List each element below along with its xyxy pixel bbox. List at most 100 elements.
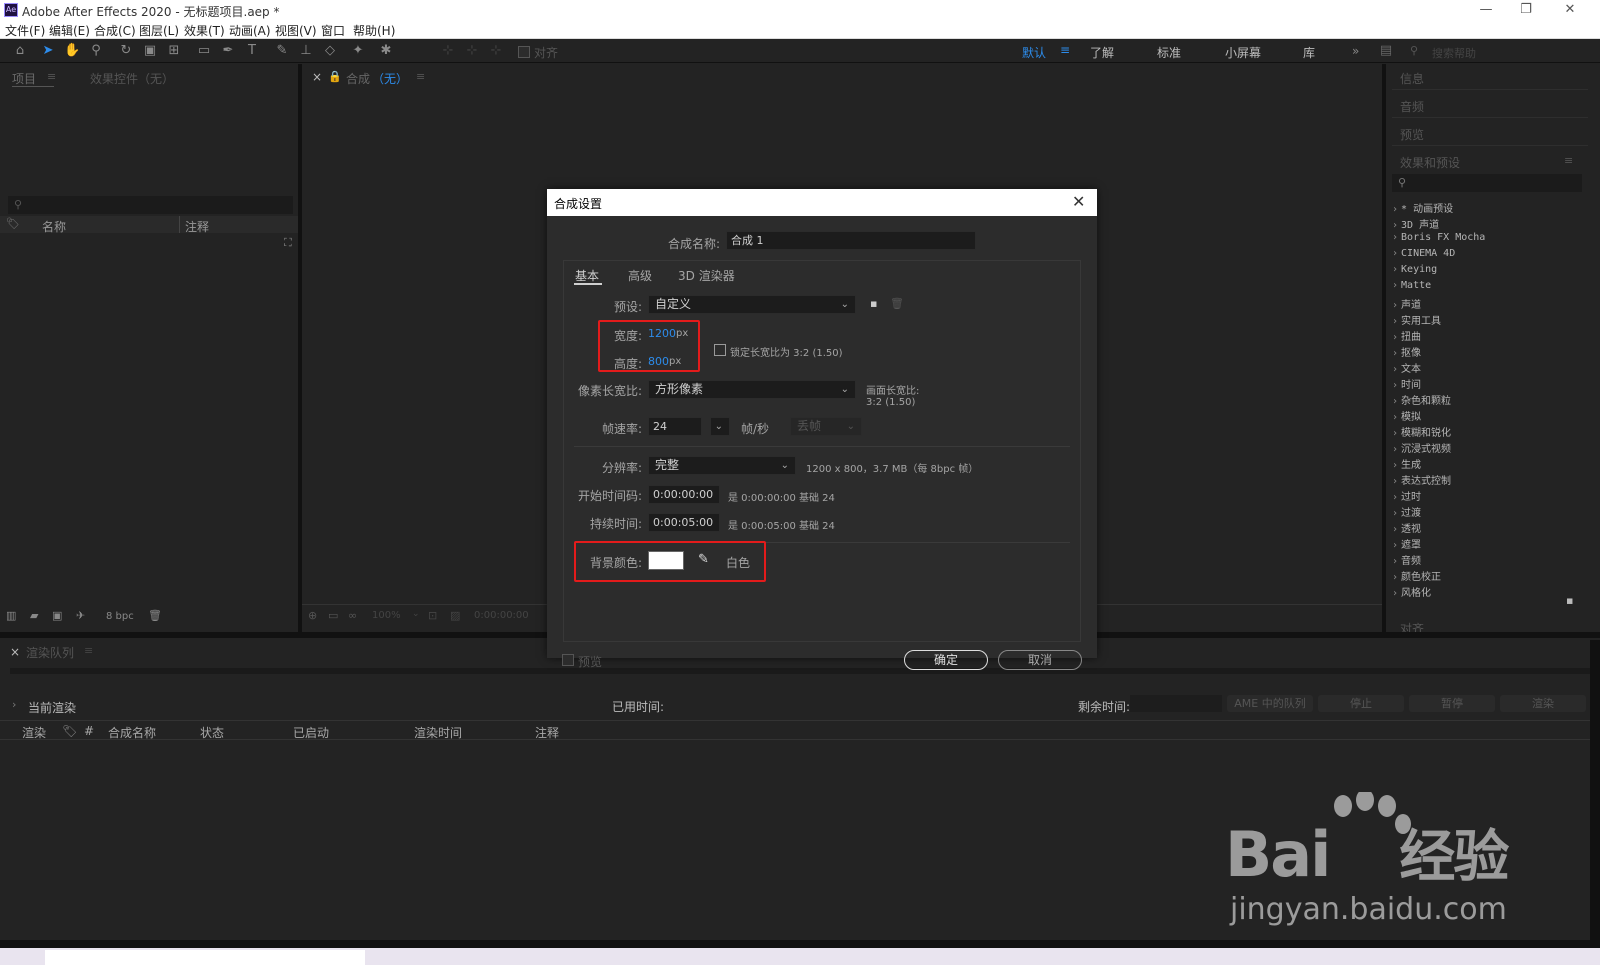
- tab-basic[interactable]: 基本: [575, 267, 599, 284]
- comp-menu-icon[interactable]: ≡: [416, 70, 425, 83]
- home-icon[interactable]: ⌂: [12, 43, 28, 59]
- effect-item[interactable]: › 3D 声道: [1392, 216, 1588, 232]
- preset-select[interactable]: 自定义 ⌄: [648, 295, 856, 314]
- roto-brush-tool-icon[interactable]: ✦: [350, 43, 366, 59]
- workspace-small-screen[interactable]: 小屏幕: [1225, 44, 1261, 61]
- ok-button[interactable]: 确定: [904, 650, 988, 670]
- camera-tool-icon[interactable]: ▣: [142, 43, 158, 59]
- lock-icon[interactable]: 🔒: [328, 70, 342, 83]
- tab-render-queue[interactable]: 渲染队列: [26, 644, 74, 661]
- pause-button[interactable]: 暂停: [1409, 695, 1495, 712]
- chevron-right-icon[interactable]: ›: [12, 698, 16, 711]
- close-tab-icon[interactable]: ×: [10, 645, 20, 659]
- close-icon[interactable]: ✕: [1072, 192, 1085, 211]
- workspace-libraries[interactable]: 库: [1303, 44, 1315, 61]
- interpret-footage-icon[interactable]: ▥: [6, 609, 16, 622]
- project-search-input[interactable]: ⚲: [8, 196, 293, 214]
- current-time[interactable]: 0:00:00:00: [474, 610, 529, 621]
- eraser-tool-icon[interactable]: ◇: [322, 43, 338, 59]
- new-folder-icon[interactable]: ▰: [30, 609, 38, 622]
- col-number[interactable]: #: [84, 724, 94, 738]
- tab-advanced[interactable]: 高级: [628, 267, 652, 284]
- effect-item[interactable]: › 杂色和颗粒: [1392, 392, 1588, 408]
- effects-menu-icon[interactable]: ≡: [1564, 154, 1573, 167]
- section-info[interactable]: 信息: [1400, 70, 1424, 87]
- effect-item[interactable]: › 遮罩: [1392, 536, 1588, 552]
- effect-item[interactable]: › 过时: [1392, 488, 1588, 504]
- menu-composition[interactable]: 合成(C): [94, 22, 136, 39]
- magnify-icon[interactable]: ⊕: [308, 609, 317, 622]
- effect-item[interactable]: › 模糊和锐化: [1392, 424, 1588, 440]
- menu-effect[interactable]: 效果(T): [184, 22, 225, 39]
- menu-layer[interactable]: 图层(L): [139, 22, 179, 39]
- col-comment[interactable]: 注释: [185, 218, 209, 235]
- effect-item[interactable]: › * 动画预设: [1392, 200, 1588, 216]
- workspace-learn[interactable]: 了解: [1090, 44, 1114, 61]
- new-composition-icon[interactable]: ▣: [52, 609, 62, 622]
- bg-color-swatch[interactable]: [648, 551, 684, 570]
- effect-item[interactable]: › 风格化: [1392, 584, 1588, 600]
- trash-icon[interactable]: 🗑: [148, 609, 162, 622]
- resolution-select[interactable]: 完整 ⌄: [648, 456, 796, 475]
- effect-item[interactable]: › Keying: [1392, 264, 1588, 280]
- menu-view[interactable]: 视图(V): [275, 22, 317, 39]
- fps-input[interactable]: 24: [648, 417, 702, 436]
- workspace-menu-icon[interactable]: ≡: [1060, 43, 1070, 57]
- delete-preset-icon[interactable]: 🗑: [890, 297, 904, 310]
- effect-item[interactable]: › 扭曲: [1392, 328, 1588, 344]
- col-comp-name[interactable]: 合成名称: [108, 724, 156, 741]
- render-button[interactable]: 渲染: [1500, 695, 1586, 712]
- bpc-label[interactable]: 8 bpc: [106, 611, 134, 622]
- width-value[interactable]: 1200: [648, 327, 676, 340]
- menu-animation[interactable]: 动画(A): [229, 22, 271, 39]
- col-comment[interactable]: 注释: [535, 724, 559, 741]
- tab-3d-renderer[interactable]: 3D 渲染器: [678, 267, 735, 284]
- cancel-button[interactable]: 取消: [998, 650, 1082, 670]
- fps-dropdown[interactable]: ⌄: [710, 417, 730, 436]
- workspace-panel-icon[interactable]: ▤: [1378, 43, 1394, 59]
- hand-tool-icon[interactable]: ✋: [64, 43, 80, 59]
- col-started[interactable]: 已启动: [293, 724, 329, 741]
- pen-tool-icon[interactable]: ✒: [220, 43, 236, 59]
- restore-button[interactable]: ❐: [1506, 0, 1546, 21]
- project-settings-icon[interactable]: ✈: [76, 609, 85, 622]
- effects-search-input[interactable]: ⚲: [1392, 174, 1582, 192]
- start-timecode-input[interactable]: 0:00:00:00: [648, 485, 720, 504]
- stop-button[interactable]: 停止: [1318, 695, 1404, 712]
- comp-name-input[interactable]: 合成 1: [726, 231, 976, 250]
- effect-item[interactable]: › Matte: [1392, 280, 1588, 296]
- section-effects-presets[interactable]: 效果和预设: [1400, 154, 1460, 171]
- selection-tool-icon[interactable]: ➤: [40, 43, 56, 59]
- section-preview[interactable]: 预览: [1400, 126, 1424, 143]
- save-preset-icon[interactable]: ▪: [870, 297, 877, 310]
- project-menu-icon[interactable]: ≡: [47, 70, 56, 83]
- workspace-standard[interactable]: 标准: [1157, 44, 1181, 61]
- effect-item[interactable]: › 时间: [1392, 376, 1588, 392]
- preview-checkbox[interactable]: [562, 654, 574, 666]
- rotate-tool-icon[interactable]: ↻: [118, 43, 134, 59]
- effect-item[interactable]: › 生成: [1392, 456, 1588, 472]
- flowchart-icon[interactable]: ⛶: [284, 236, 292, 250]
- effect-item[interactable]: › 颜色校正: [1392, 568, 1588, 584]
- col-name[interactable]: 名称: [42, 218, 66, 235]
- col-status[interactable]: 状态: [200, 724, 224, 741]
- close-window-button[interactable]: ✕: [1550, 0, 1590, 21]
- brush-tool-icon[interactable]: ✎: [274, 43, 290, 59]
- menu-edit[interactable]: 编辑(E): [49, 22, 90, 39]
- effect-item[interactable]: › 过渡: [1392, 504, 1588, 520]
- more-workspaces-icon[interactable]: »: [1352, 44, 1359, 58]
- lock-aspect-checkbox[interactable]: [714, 344, 726, 356]
- menu-help[interactable]: 帮助(H): [353, 22, 395, 39]
- queue-in-ame-button[interactable]: AME 中的队列: [1227, 695, 1313, 712]
- pan-behind-tool-icon[interactable]: ⊞: [166, 43, 182, 59]
- workspace-default[interactable]: 默认: [1022, 44, 1046, 61]
- section-audio[interactable]: 音频: [1400, 98, 1424, 115]
- zoom-select[interactable]: 100%: [372, 610, 401, 621]
- menu-file[interactable]: 文件(F): [5, 22, 45, 39]
- effect-item[interactable]: › Boris FX Mocha: [1392, 232, 1588, 248]
- mask-icon[interactable]: ∞: [348, 609, 357, 622]
- view-axis-icon[interactable]: ⊹: [488, 43, 504, 59]
- scrollbar[interactable]: [1590, 640, 1600, 940]
- col-render[interactable]: 渲染: [22, 724, 46, 741]
- effect-item[interactable]: › 表达式控制: [1392, 472, 1588, 488]
